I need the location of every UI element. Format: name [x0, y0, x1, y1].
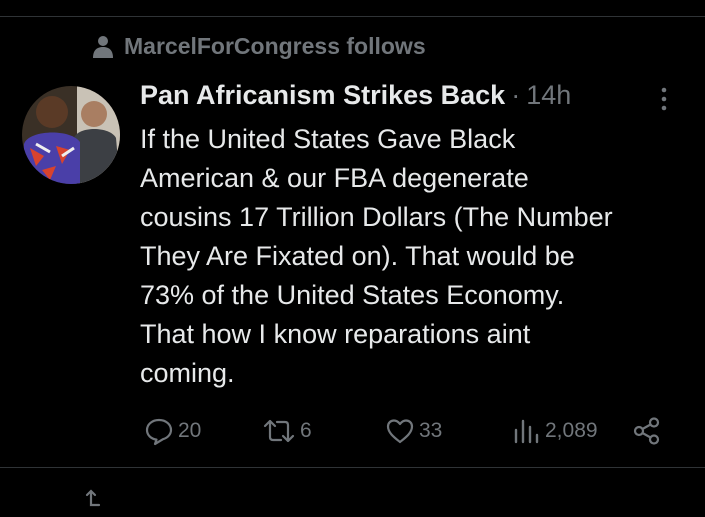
- view-count: 2,089: [545, 419, 598, 442]
- heart-icon: [385, 416, 415, 446]
- views-button[interactable]: 2,089: [511, 416, 598, 446]
- next-tweet-peek: [85, 487, 111, 517]
- social-context-text: MarcelForCongress follows: [124, 33, 426, 59]
- tweet-text-line: If the United States Gave Black: [140, 124, 516, 154]
- tweet-text: If the United States Gave Black American…: [140, 120, 695, 393]
- reply-button[interactable]: 20: [144, 416, 201, 446]
- bottom-divider: [0, 467, 705, 468]
- tweet-text-line: They Are Fixated on). That would be: [140, 241, 575, 271]
- like-button[interactable]: 33: [385, 416, 442, 446]
- tweet-text-line: That how I know reparations aint: [140, 319, 531, 349]
- retweet-icon: [262, 416, 296, 446]
- separator-dot: ·: [511, 80, 521, 110]
- tweet-text-line: 73% of the United States Economy.: [140, 280, 565, 310]
- more-options-icon[interactable]: [656, 86, 672, 117]
- retweet-button[interactable]: 6: [262, 416, 312, 446]
- tweet-actions: 20 6 33 2,089: [0, 416, 705, 450]
- reply-icon: [144, 416, 174, 446]
- analytics-icon: [511, 416, 541, 446]
- share-button[interactable]: [632, 416, 662, 446]
- social-context[interactable]: MarcelForCongress follows: [92, 33, 426, 60]
- retweet-count: 6: [300, 419, 312, 442]
- author-name[interactable]: Pan Africanism Strikes Back: [140, 80, 505, 111]
- avatar-photo: [22, 86, 120, 184]
- top-divider: [0, 16, 705, 17]
- like-count: 33: [419, 419, 443, 442]
- tweet-text-line: cousins 17 Trillion Dollars (The Number: [140, 202, 613, 232]
- tweet-text-line: coming.: [140, 358, 235, 388]
- reply-count: 20: [178, 419, 202, 442]
- tweet-header: Pan Africanism Strikes Back · 14h: [140, 80, 571, 111]
- person-icon: [92, 35, 114, 59]
- avatar[interactable]: [22, 86, 120, 184]
- timestamp[interactable]: 14h: [526, 80, 571, 111]
- share-icon: [632, 416, 662, 446]
- retweet-context-icon: [85, 487, 111, 517]
- tweet-text-line: American & our FBA degenerate: [140, 163, 529, 193]
